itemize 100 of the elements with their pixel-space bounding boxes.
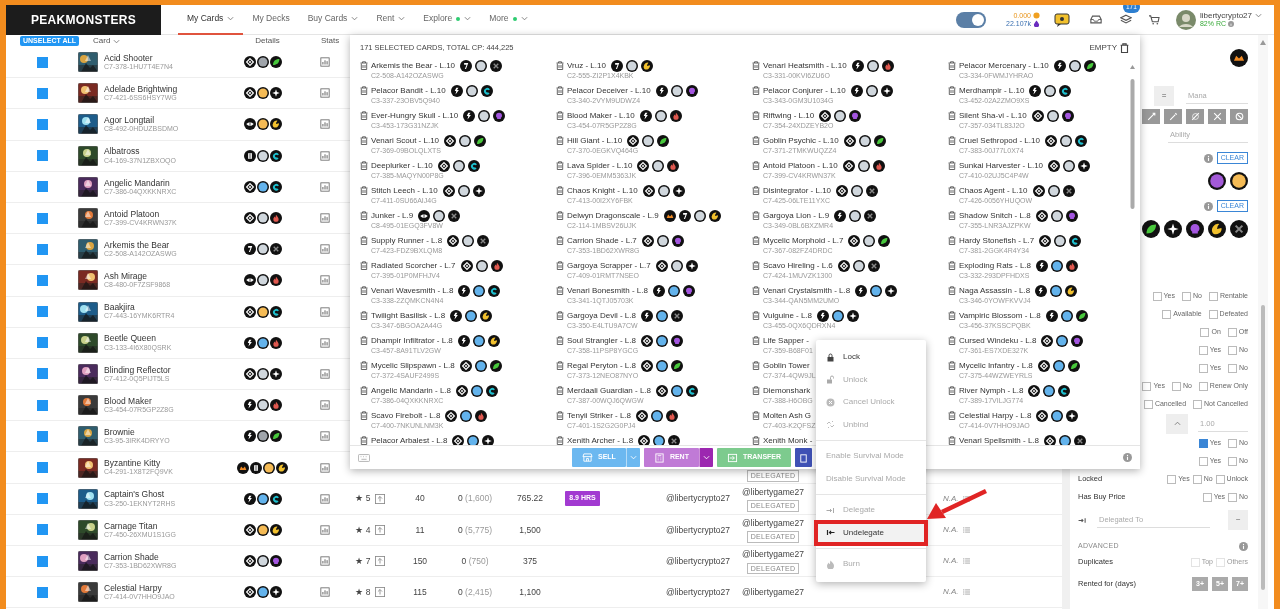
card-name: Arkemis the Bear - L.10: [371, 59, 456, 72]
card-name[interactable]: Captain's Ghost: [104, 489, 176, 500]
delegatee-name[interactable]: @libertygame27: [742, 585, 804, 599]
card-name[interactable]: Beetle Queen: [104, 333, 172, 344]
card-name[interactable]: Byzantine Kitty: [104, 458, 173, 469]
card-name[interactable]: Adelade Brightwing: [104, 84, 178, 95]
card-name: Merdaali Guardian - L.8: [567, 384, 652, 397]
card-name: Gargoya Scrapper - L.7: [567, 259, 651, 272]
card-name[interactable]: Agor Longtail: [104, 115, 179, 126]
card-name: Naga Assassin - L.8: [959, 284, 1031, 297]
rating: ★ 7: [355, 554, 371, 568]
rating: ★ 4: [355, 523, 371, 537]
price-value: 375: [522, 555, 538, 566]
card-name: Mycelic Infantry - L.8: [959, 359, 1033, 372]
xp-value: 0 (1,600): [458, 493, 492, 504]
card-name: Supply Runner - L.8: [371, 234, 443, 247]
card-name: Cruel Sethropod - L.10: [959, 134, 1040, 147]
card-name: Vruz - L.10: [567, 59, 606, 72]
na-text: N.A.: [943, 492, 959, 505]
nav-link[interactable]: Buy Cards: [298, 5, 368, 35]
logo[interactable]: PEAKMONSTERS: [6, 5, 161, 35]
owner-name[interactable]: @libertycrypto27: [666, 555, 730, 566]
card-name: Carrion Shade - L.7: [567, 234, 637, 247]
card-name: Antoid Platoon - L.10: [763, 159, 838, 172]
card-name: Regal Peryton - L.8: [567, 359, 636, 372]
card-name[interactable]: Albatross: [104, 146, 176, 157]
delegatee-name[interactable]: @libertygame27: [742, 516, 804, 530]
empty-button[interactable]: EMPTY: [1088, 41, 1130, 55]
card-name: River Nymph - L.8: [959, 384, 1024, 397]
nav-link[interactable]: More: [480, 5, 537, 35]
card-name[interactable]: Arkemis the Bear: [104, 239, 177, 251]
card-name: Pelacor Conjurer - L.10: [763, 84, 846, 97]
card-name: Radiated Scorcher - L.7: [371, 259, 456, 272]
operator-button[interactable]: =: [1154, 86, 1174, 106]
card-name: Pelacor Bandit - L.10: [371, 84, 446, 97]
card-name: Pelacor Arbalest - L.8: [371, 434, 448, 445]
card-name: Stitch Leech - L.10: [371, 184, 438, 197]
card-name[interactable]: Acid Shooter: [104, 52, 173, 63]
cp-value: 40: [415, 493, 425, 504]
card-name: Hardy Stonefish - L.7: [959, 234, 1035, 247]
xp-value: 0 (750): [461, 555, 489, 566]
price-value: 1,100: [519, 586, 541, 597]
card-name[interactable]: Baakjira: [104, 302, 175, 313]
card-name: Venari Spellsmith - L.8: [959, 434, 1040, 445]
card-name: Venari Wavesmith - L.8: [371, 284, 454, 297]
card-name: Gargoya Lion - L.9: [763, 209, 830, 222]
card-name: Angelic Mandarin - L.8: [371, 384, 452, 397]
column-header: Details: [254, 35, 281, 47]
price-value: 1,500: [519, 524, 541, 535]
card-name: Exploding Rats - L.8: [959, 259, 1032, 272]
card-name: Scavo Firebolt - L.8: [371, 409, 441, 422]
card-name: Soul Strangler - L.8: [567, 334, 636, 347]
owner-name[interactable]: @libertycrypto27: [666, 586, 730, 597]
nav-link[interactable]: Explore: [414, 5, 481, 35]
card-name[interactable]: Blood Maker: [104, 395, 174, 407]
card-name: Venari Scout - L.10: [371, 134, 440, 147]
card-name: Tenyii Striker - L.8: [567, 409, 632, 422]
card-name: Deeplurker - L.10: [371, 159, 433, 172]
owner-name[interactable]: @libertycrypto27: [666, 493, 730, 504]
card-name: Goblin Psychic - L.10: [763, 134, 839, 147]
card-name[interactable]: Brownie: [104, 427, 170, 438]
nav-link[interactable]: Rent: [367, 5, 415, 35]
card-name[interactable]: Carrion Shade: [104, 551, 177, 562]
na-text: N.A.: [943, 586, 959, 599]
card-name: Venari Heatsmith - L.10: [763, 59, 847, 72]
operator-button[interactable]: ~: [1228, 510, 1248, 530]
card-name[interactable]: Angelic Mandarin: [104, 177, 177, 188]
card-name: Lava Spider - L.10: [567, 159, 633, 172]
menu-item[interactable]: Lock: [816, 346, 926, 369]
price-value: 765.22: [517, 493, 543, 504]
nav-link[interactable]: My Decks: [243, 5, 299, 35]
menu-item[interactable]: Undelegate: [816, 521, 926, 544]
card-name: Mycelic Slipspawn - L.8: [371, 359, 455, 372]
column-header[interactable]: Card: [93, 35, 226, 47]
card-name[interactable]: Ash Mirage: [104, 271, 171, 282]
owner-name[interactable]: @libertycrypto27: [666, 524, 730, 535]
username[interactable]: libertycrypto27: [1199, 10, 1252, 21]
nav-link[interactable]: My Cards: [178, 5, 244, 35]
cp-value: 11: [415, 524, 425, 535]
card-name: Venari Bonesmith - L.8: [567, 284, 648, 297]
card-name: Xenith Archer - L.8: [567, 434, 634, 445]
cp-value: 150: [412, 555, 428, 566]
card-name: Vampiric Blossom - L.8: [959, 309, 1041, 322]
card-name: Shadow Snitch - L.8: [959, 209, 1031, 222]
card-name: Chaos Agent - L.10: [959, 184, 1028, 197]
card-name: Chaos Knight - L.10: [567, 184, 638, 197]
card-name[interactable]: Carnage Titan: [104, 520, 176, 531]
card-name: Venari Crystalsmith - L.8: [763, 284, 851, 297]
delegatee-name[interactable]: @libertygame27: [742, 485, 804, 499]
card-name: Dhampir Infiltrator - L.8: [371, 334, 453, 347]
card-name[interactable]: Celestial Harpy: [104, 583, 175, 594]
card-name: Disintegrator - L.10: [763, 184, 832, 197]
card-name: Merdhampir - L.10: [959, 84, 1025, 97]
card-name: Riftwing - L.10: [763, 109, 815, 122]
card-name: Blood Maker - L.10: [567, 109, 635, 122]
delegatee-name[interactable]: @libertygame27: [742, 547, 804, 561]
card-name[interactable]: Blinding Reflector: [104, 364, 171, 375]
card-name: Molten Ash G: [763, 409, 812, 422]
card-name[interactable]: Antoid Platoon: [104, 208, 177, 219]
card-name: Twilight Basilisk - L.8: [371, 309, 446, 322]
